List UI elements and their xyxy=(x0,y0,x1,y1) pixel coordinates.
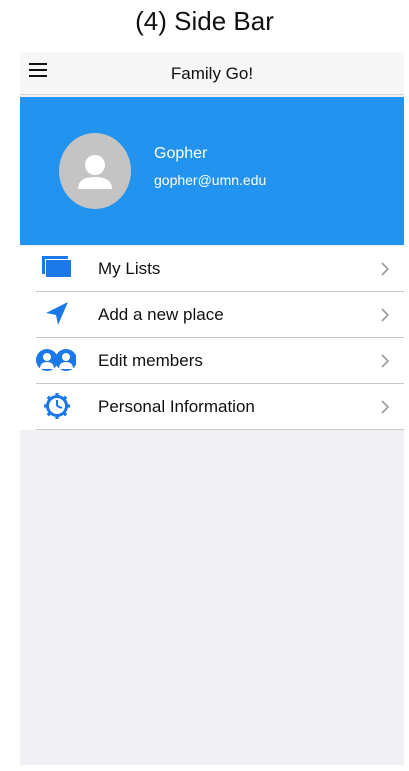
profile-email: gopher@umn.edu xyxy=(154,172,267,188)
navigation-arrow-icon xyxy=(36,300,76,328)
chevron-right-icon xyxy=(381,400,390,414)
person-avatar-icon[interactable] xyxy=(59,133,131,209)
profile-header: Gopher gopher@umn.edu xyxy=(20,97,404,245)
page: (4) Side Bar Family Go! Gopher gopher@um… xyxy=(0,0,409,771)
menu-item-edit-members[interactable]: Edit members xyxy=(36,338,404,384)
phone-screen: Family Go! Gopher gopher@umn.edu My List… xyxy=(20,52,404,765)
chevron-right-icon xyxy=(381,308,390,322)
settings-gear-icon xyxy=(36,392,76,420)
profile-name: Gopher xyxy=(154,145,208,162)
chevron-right-icon xyxy=(381,262,390,276)
app-title: Family Go! xyxy=(170,64,254,83)
menu-item-personal-information[interactable]: Personal Information xyxy=(36,384,404,430)
sidebar-menu: My Lists Add a new place Edit members Pe… xyxy=(20,246,404,430)
menu-item-add-place[interactable]: Add a new place xyxy=(36,292,404,338)
lists-icon xyxy=(36,254,76,282)
screen-caption: (4) Side Bar xyxy=(135,6,274,36)
menu-item-label: My Lists xyxy=(98,259,161,278)
menu-item-my-lists[interactable]: My Lists xyxy=(36,246,404,292)
navigation-bar: Family Go! xyxy=(20,52,404,95)
menu-item-label: Personal Information xyxy=(98,397,255,416)
menu-item-label: Add a new place xyxy=(98,305,224,324)
chevron-right-icon xyxy=(381,354,390,368)
members-icon xyxy=(36,346,77,374)
menu-item-label: Edit members xyxy=(98,351,203,370)
